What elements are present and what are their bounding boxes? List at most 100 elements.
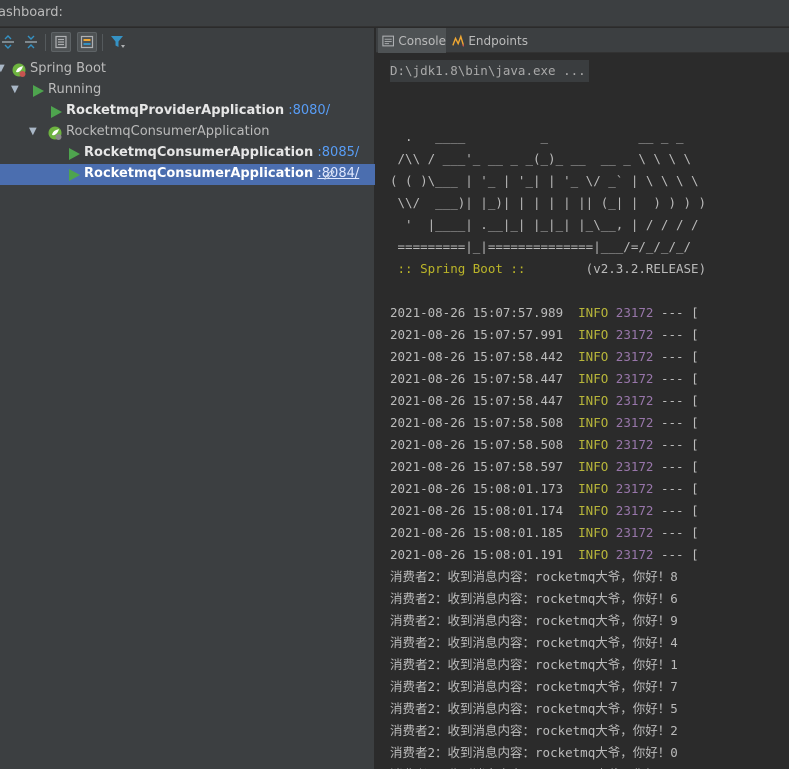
chevron-down-icon[interactable]: ▼ (0, 63, 5, 74)
group-by-config-icon (80, 35, 94, 49)
log-timestamp: 2021-08-26 15:07:58.447 (390, 393, 579, 408)
run-icon (69, 148, 80, 160)
tree-node-spring-boot[interactable]: ▼ Spring Boot (0, 59, 375, 80)
banner-line: . ____ _ __ _ _ (390, 129, 684, 144)
log-line: 2021-08-26 15:08:01.174 INFO 23172 --- [ (390, 500, 789, 522)
edit-pencil-icon[interactable] (324, 169, 335, 180)
toolbar-separator (45, 34, 46, 51)
filter-icon (111, 36, 125, 48)
consumer-message-line: 消费者2：收到消息内容：rocketmq大爷，你好！1 (390, 657, 678, 672)
log-timestamp: 2021-08-26 15:07:57.989 (390, 305, 579, 320)
dashboard-toolbar (0, 28, 375, 57)
log-line: 2021-08-26 15:07:58.442 INFO 23172 --- [ (390, 346, 789, 368)
expand-all-button[interactable] (0, 32, 18, 52)
banner-line: ( ( )\___ | '_ | '_| | '_ \/ _` | \ \ \ … (390, 173, 699, 188)
log-pid: 23172 (615, 349, 654, 364)
log-level: INFO (578, 415, 616, 430)
banner-line: =========|_|==============|___/=/_/_/_/ (390, 239, 692, 254)
log-level: INFO (578, 459, 616, 474)
window-title: ashboard: (0, 5, 63, 20)
log-timestamp: 2021-08-26 15:08:01.191 (390, 547, 579, 562)
chevron-down-icon[interactable]: ▼ (29, 126, 37, 137)
consumer-message-line: 消费者2：收到消息内容：rocketmq大爷，你好！3 (390, 764, 789, 769)
log-line: 2021-08-26 15:08:01.185 INFO 23172 --- [ (390, 522, 789, 544)
spring-boot-icon (48, 126, 62, 140)
log-level: INFO (578, 547, 616, 562)
run-icon (51, 106, 62, 118)
log-timestamp: 2021-08-26 15:07:58.508 (390, 415, 579, 430)
app-name: RocketmqProviderApplication (66, 103, 285, 118)
spring-boot-version-line: :: Spring Boot :: (v2.3.2.RELEASE) (390, 258, 789, 280)
consumer-message-line: 消费者2：收到消息内容：rocketmq大爷，你好！2 (390, 723, 678, 738)
collapse-all-icon (25, 35, 37, 49)
tree-node-running[interactable]: ▼ Running (0, 80, 375, 101)
endpoints-icon (452, 33, 465, 46)
spring-boot-icon (12, 63, 26, 77)
consumer-message-line: 消费者2：收到消息内容：rocketmq大爷，你好！0 (390, 745, 678, 760)
tool-tabs: Console Endpoints (376, 28, 789, 53)
console-panel: Console Endpoints D:\jdk1.8\bin\java.exe… (376, 28, 789, 769)
log-rest: --- [ (653, 547, 699, 562)
tree-node-consumer-app-8084[interactable]: RocketmqConsumerApplication :8084/ (0, 164, 375, 185)
tree-label: Spring Boot (30, 61, 107, 76)
tree-node-consumer-group[interactable]: ▼ RocketmqConsumerApplication (0, 122, 375, 143)
log-pid: 23172 (615, 525, 654, 540)
tree-node-consumer-app-8085[interactable]: RocketmqConsumerApplication :8085/ (0, 143, 375, 164)
log-pid: 23172 (615, 481, 654, 496)
log-timestamp: 2021-08-26 15:07:58.442 (390, 349, 579, 364)
log-timestamp: 2021-08-26 15:08:01.174 (390, 503, 579, 518)
tree-label: Running (48, 82, 102, 97)
log-timestamp: 2021-08-26 15:07:58.447 (390, 371, 579, 386)
log-rest: --- [ (653, 349, 699, 364)
log-rest: --- [ (653, 371, 699, 386)
consumer-message-line: 消费者2：收到消息内容：rocketmq大爷，你好！8 (390, 569, 678, 584)
group-by-type-button[interactable] (51, 32, 71, 52)
log-line: 2021-08-26 15:07:58.447 INFO 23172 --- [ (390, 390, 789, 412)
port-link[interactable]: :8085/ (317, 145, 359, 160)
consumer-message-line: 消费者2：收到消息内容：rocketmq大爷，你好！7 (390, 679, 678, 694)
log-rest: --- [ (653, 503, 699, 518)
collapse-all-button[interactable] (21, 32, 41, 52)
banner-line: /\\ / ___'_ __ _ _(_)_ __ __ _ \ \ \ \ (390, 151, 692, 166)
log-timestamp: 2021-08-26 15:07:57.991 (390, 327, 579, 342)
console-output[interactable]: D:\jdk1.8\bin\java.exe ... . ____ _ __ _… (390, 60, 789, 769)
console-command-line: D:\jdk1.8\bin\java.exe ... (390, 60, 789, 82)
consumer-message-line: 消费者2：收到消息内容：rocketmq大爷，你好！6 (390, 591, 678, 606)
log-pid: 23172 (615, 393, 654, 408)
log-rest: --- [ (653, 415, 699, 430)
tab-endpoints[interactable]: Endpoints (448, 28, 528, 53)
log-line: 2021-08-26 15:07:57.989 INFO 23172 --- [ (390, 302, 789, 324)
run-icon (69, 169, 80, 181)
port-link[interactable]: :8080/ (288, 103, 330, 118)
consumer-message-line: 消费者2：收到消息内容：rocketmq大爷，你好！9 (390, 613, 678, 628)
log-line: 2021-08-26 15:08:01.191 INFO 23172 --- [ (390, 544, 789, 566)
app-name: RocketmqConsumerApplication (84, 145, 314, 160)
log-pid: 23172 (615, 503, 654, 518)
log-rest: --- [ (653, 459, 699, 474)
spring-boot-label: :: Spring Boot :: (390, 261, 533, 276)
chevron-down-icon[interactable]: ▼ (11, 84, 19, 95)
log-timestamp: 2021-08-26 15:07:58.597 (390, 459, 579, 474)
log-level: INFO (578, 349, 616, 364)
filter-button[interactable] (108, 32, 128, 52)
tree-label: RocketmqProviderApplication :8080/ (66, 103, 330, 118)
group-by-config-button[interactable] (77, 32, 97, 52)
spring-boot-version: (v2.3.2.RELEASE) (533, 261, 707, 276)
tree-label: RocketmqConsumerApplication :8085/ (84, 145, 359, 160)
title-bar: ashboard: (0, 0, 789, 27)
log-pid: 23172 (615, 437, 654, 452)
console-icon (382, 35, 395, 46)
log-rest: --- [ (653, 437, 699, 452)
tab-console[interactable]: Console (378, 28, 446, 53)
consumer-message-line: 消费者2：收到消息内容：rocketmq大爷，你好！4 (390, 635, 678, 650)
log-pid: 23172 (615, 547, 654, 562)
log-line: 2021-08-26 15:07:58.508 INFO 23172 --- [ (390, 412, 789, 434)
app-name: RocketmqConsumerApplication (84, 166, 314, 181)
log-timestamp: 2021-08-26 15:08:01.173 (390, 481, 579, 496)
log-rest: --- [ (653, 305, 699, 320)
tree-node-provider-app[interactable]: RocketmqProviderApplication :8080/ (0, 101, 375, 122)
java-command: D:\jdk1.8\bin\java.exe ... (390, 60, 589, 82)
toolbar-separator (102, 34, 103, 51)
log-timestamp: 2021-08-26 15:08:01.185 (390, 525, 579, 540)
